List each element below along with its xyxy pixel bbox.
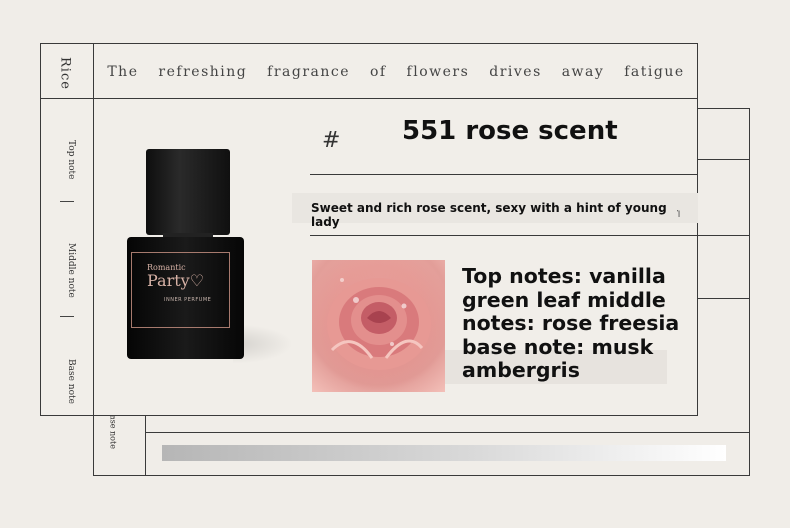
front-card: Rice The refreshing fragrance of flowers… <box>40 43 698 416</box>
sidebar-divider <box>93 44 94 415</box>
brand-vertical-label: Rice <box>57 57 73 90</box>
perfume-bottle-image: Romantic Party♡ INNER PERFUME <box>113 139 293 379</box>
small-mark: Ἱ <box>677 210 681 220</box>
sidebar-item-middle-note: Middle note <box>66 243 76 298</box>
sidebar-item-top-note: Top note <box>66 140 76 180</box>
rose-image <box>312 260 445 392</box>
gradient-bar <box>162 445 726 461</box>
rose-icon <box>312 260 445 392</box>
bottle-cap <box>146 149 230 235</box>
sidebar-dash <box>60 201 74 202</box>
sidebar-item-base-note: Base note <box>66 359 76 404</box>
back-card-divider <box>698 298 750 299</box>
tagline: The refreshing fragrance of flowers driv… <box>107 63 685 80</box>
product-title: 551 rose scent <box>402 116 618 146</box>
title-divider <box>310 174 697 175</box>
product-description: Sweet and rich rose scent, sexy with a h… <box>311 201 667 229</box>
bottle-brand-logo: Party♡ <box>147 271 205 290</box>
hash-mark: # <box>322 128 341 153</box>
back-card-divider <box>145 416 146 476</box>
back-card-divider <box>698 235 750 236</box>
back-card-divider <box>698 159 750 160</box>
sidebar-dash <box>60 316 74 317</box>
scent-notes: Top notes: vanilla green leaf middle not… <box>462 264 680 382</box>
bottle-brand-sub: INNER PERFUME <box>164 297 212 303</box>
description-divider <box>310 235 697 236</box>
back-card-divider <box>145 432 750 433</box>
